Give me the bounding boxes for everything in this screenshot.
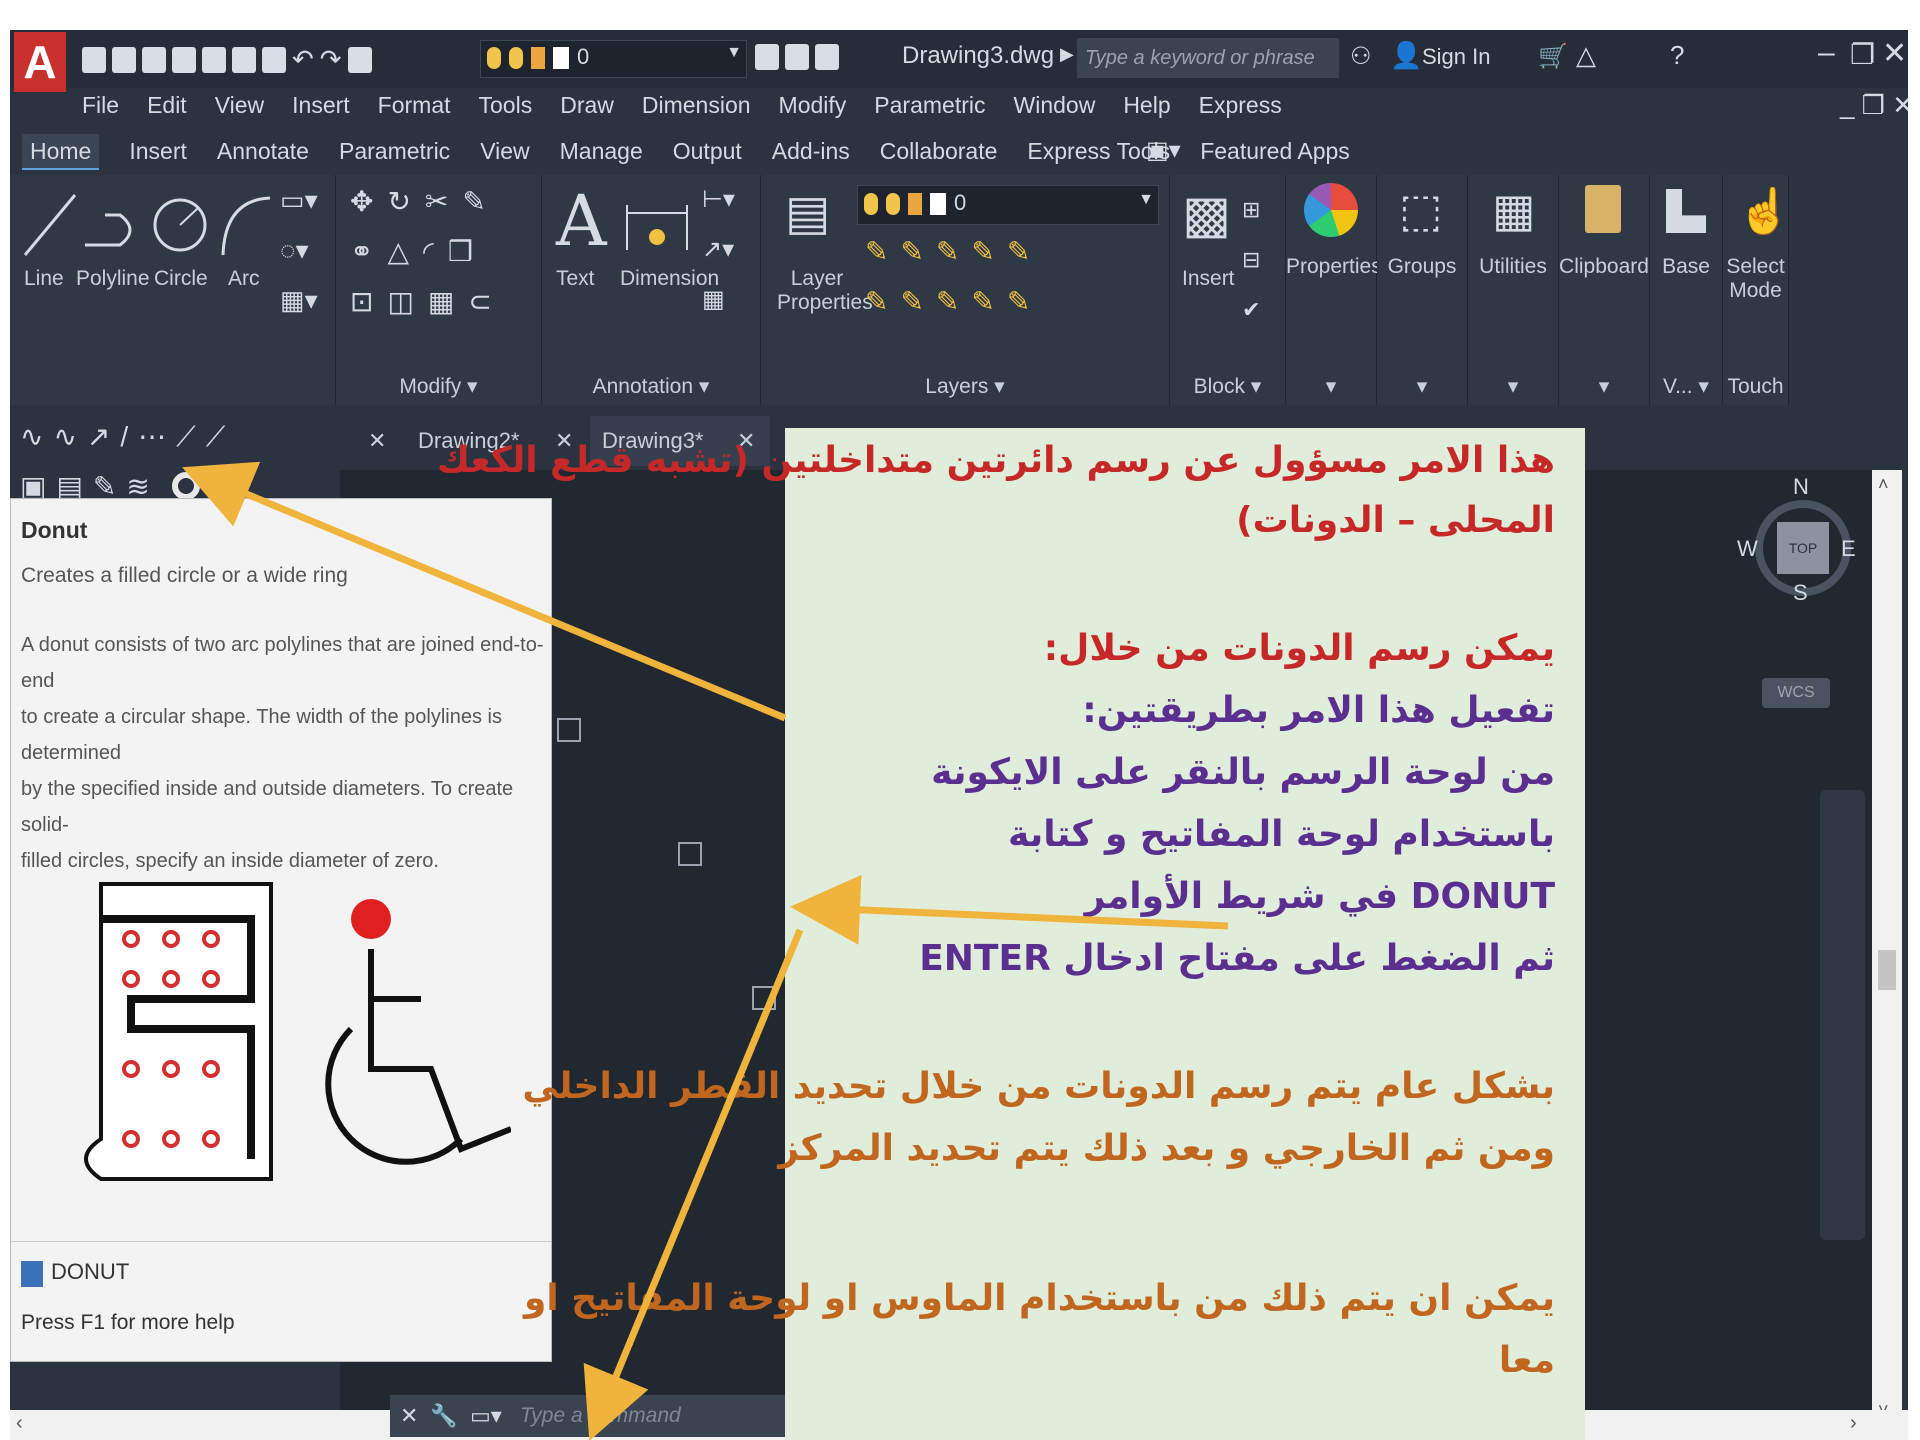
arrow-to-donut-icon [182, 461, 787, 722]
arrow-to-command-line [583, 928, 804, 1440]
annotation-arrows [182, 461, 1229, 1440]
autocad-window: A ↶ ↷ 0 ▼ Drawing3.dwg ▶ Type a keyword … [10, 30, 1908, 1440]
arrow-to-command-text [790, 874, 1229, 945]
